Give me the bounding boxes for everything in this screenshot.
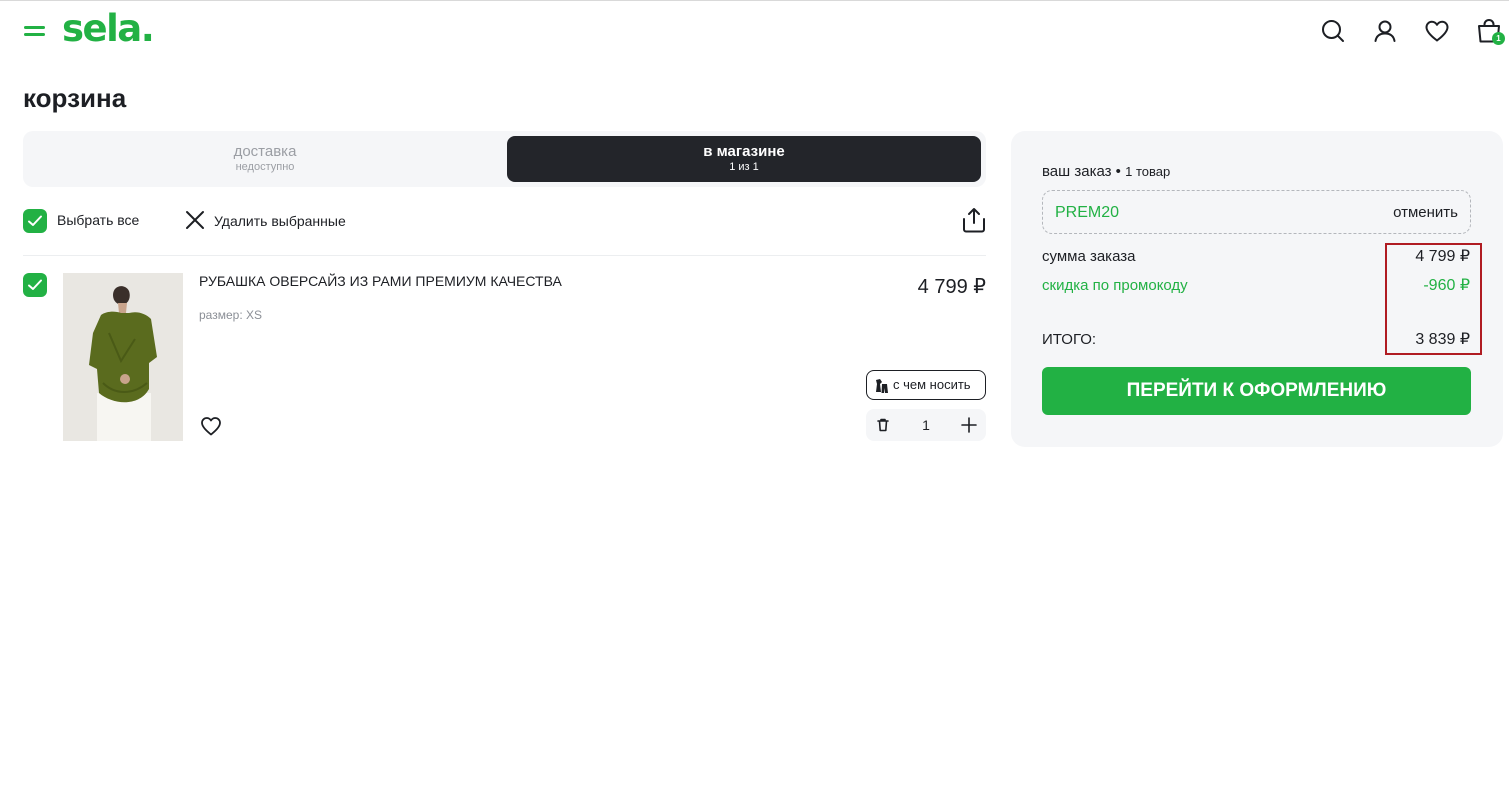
promo-code-field: PREM20 отменить (1042, 190, 1471, 234)
tab-in-store[interactable]: в магазине 1 из 1 (507, 136, 981, 182)
wear-with-label: с чем носить (893, 377, 971, 392)
tab-delivery-sub: недоступно (235, 161, 295, 173)
heart-icon[interactable] (1422, 16, 1452, 46)
tab-delivery-label: доставка (233, 143, 297, 160)
product-name[interactable]: РУБАШКА ОВЕРСАЙЗ ИЗ РАМИ ПРЕМИУМ КАЧЕСТВ… (199, 272, 562, 290)
plus-icon[interactable] (959, 415, 979, 435)
quantity-stepper: 1 (866, 409, 986, 441)
close-icon[interactable] (185, 210, 205, 230)
delete-selected-button[interactable]: Удалить выбранные (214, 212, 346, 230)
bag-icon[interactable]: 1 (1474, 16, 1505, 46)
checkout-button[interactable]: ПЕРЕЙТИ К ОФОРМЛЕНИЮ (1042, 367, 1471, 415)
cart-count-badge: 1 (1492, 32, 1505, 45)
page-title: корзина (23, 83, 127, 113)
outfit-icon (876, 379, 888, 393)
order-sum-label: сумма заказа (1042, 248, 1136, 265)
product-price: 4 799 ₽ (917, 276, 986, 298)
logo[interactable]: sela. (62, 6, 155, 52)
select-all-checkbox[interactable] (23, 209, 47, 233)
discount-label: скидка по промокоду (1042, 277, 1188, 294)
product-size: размер: XS (199, 308, 262, 322)
tab-in-store-sub: 1 из 1 (729, 161, 759, 173)
order-summary-title: ваш заказ • 1 товар (1042, 163, 1171, 180)
tab-delivery[interactable]: доставка недоступно (28, 136, 502, 182)
promo-cancel-button[interactable]: отменить (1393, 203, 1458, 223)
item-checkbox[interactable] (23, 273, 47, 297)
product-image[interactable] (63, 273, 183, 441)
menu-icon[interactable] (24, 24, 46, 38)
select-all-label[interactable]: Выбрать все (57, 211, 139, 229)
price-highlight-box (1385, 243, 1482, 355)
top-border (0, 0, 1509, 1)
quantity-value[interactable]: 1 (906, 416, 946, 434)
order-summary-label: ваш заказ (1042, 163, 1112, 180)
tab-in-store-label: в магазине (703, 143, 785, 160)
order-item-count: 1 товар (1125, 164, 1171, 179)
user-icon[interactable] (1370, 16, 1400, 46)
heart-icon[interactable] (199, 414, 223, 438)
divider (23, 255, 986, 256)
total-label: ИТОГО: (1042, 331, 1097, 348)
wear-with-button[interactable]: с чем носить (866, 370, 986, 400)
delivery-mode-tabs: доставка недоступно в магазине 1 из 1 (23, 131, 986, 187)
promo-code-value: PREM20 (1055, 204, 1120, 221)
share-icon[interactable] (962, 207, 986, 233)
search-icon[interactable] (1318, 16, 1348, 46)
trash-icon[interactable] (873, 415, 893, 435)
